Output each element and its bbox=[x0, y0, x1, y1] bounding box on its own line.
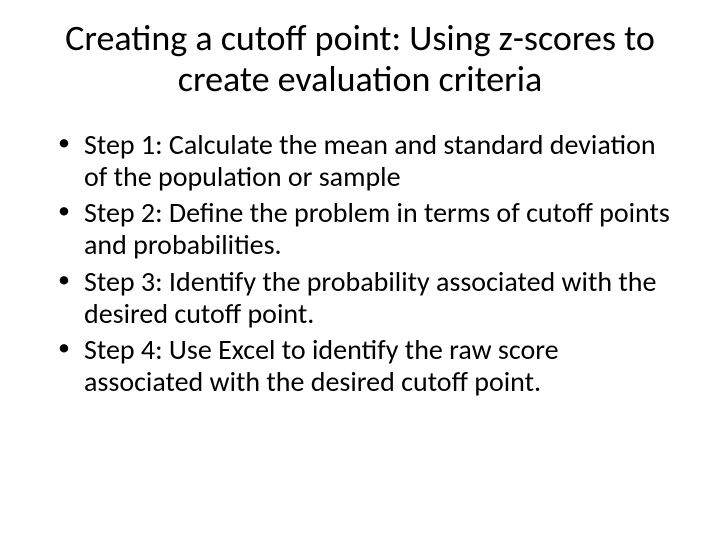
slide-title: Creating a cutoff point: Using z-scores … bbox=[48, 18, 672, 101]
list-item: Step 3: Identify the probability associa… bbox=[56, 266, 672, 330]
list-item: Step 2: Define the problem in terms of c… bbox=[56, 197, 672, 261]
list-item: Step 1: Calculate the mean and standard … bbox=[56, 129, 672, 193]
bullet-list: Step 1: Calculate the mean and standard … bbox=[48, 129, 672, 399]
list-item: Step 4: Use Excel to identify the raw sc… bbox=[56, 334, 672, 398]
